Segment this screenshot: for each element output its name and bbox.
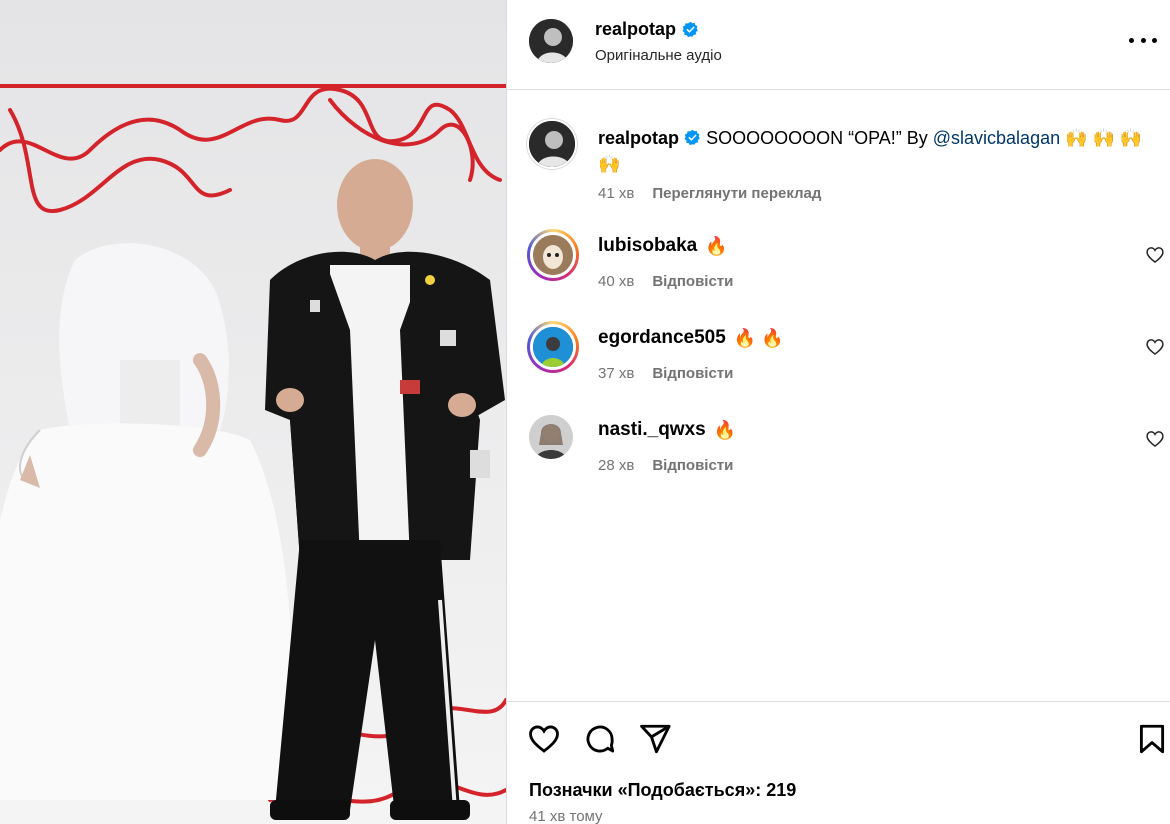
comments-section: realpotap SOOOOOOOON “OPA!” By @slavicba…: [507, 91, 1170, 701]
caption-meta: 41 хв Переглянути переклад: [598, 185, 821, 202]
post-actions-bar: Позначки «Подобається»: 219 41 хв тому: [507, 701, 1170, 824]
comment-body: lubisobaka 🔥: [598, 235, 728, 257]
heart-icon[interactable]: [527, 722, 561, 756]
comment-item: nasti._qwxs 🔥 28 хв Відповісти: [527, 413, 1167, 483]
comment-time: 40 хв: [598, 273, 635, 290]
comment-item: lubisobaka 🔥 40 хв Відповісти: [527, 229, 1167, 299]
caption-text: realpotap SOOOOOOOON “OPA!” By @slavicba…: [598, 125, 1168, 177]
comment-meta: 37 хв Відповісти: [598, 365, 733, 382]
post-video-frame: [0, 0, 506, 824]
comment-like-heart-icon[interactable]: [1145, 429, 1165, 449]
comment-like-heart-icon[interactable]: [1145, 337, 1165, 357]
comment-bubble-icon[interactable]: [583, 722, 617, 756]
caption-time: 41 хв: [598, 185, 635, 202]
bookmark-icon[interactable]: [1135, 722, 1169, 756]
post-detail-panel: realpotap Оригінальне аудіо realpotap SO…: [506, 0, 1170, 824]
author-avatar[interactable]: [529, 19, 573, 63]
comment-username[interactable]: nasti._qwxs: [598, 419, 706, 441]
verified-badge-icon: [682, 21, 698, 38]
paper-plane-icon[interactable]: [638, 722, 672, 756]
verified-badge-icon: [684, 129, 700, 146]
comment-text: 🔥 🔥: [733, 327, 784, 348]
comment-meta: 28 хв Відповісти: [598, 457, 733, 474]
reply-button[interactable]: Відповісти: [652, 457, 733, 474]
comment-avatar[interactable]: [530, 232, 576, 278]
comment-avatar[interactable]: [529, 415, 573, 459]
more-options-icon[interactable]: [1129, 30, 1157, 50]
comment-text: 🔥: [705, 235, 728, 256]
comment-body: egordance505 🔥 🔥: [598, 327, 784, 349]
story-ring[interactable]: [527, 229, 579, 281]
author-username[interactable]: realpotap: [595, 19, 676, 40]
story-ring[interactable]: [527, 321, 579, 373]
comment-like-heart-icon[interactable]: [1145, 245, 1165, 265]
comment-username[interactable]: egordance505: [598, 327, 726, 349]
comment-time: 28 хв: [598, 457, 635, 474]
comment-avatar[interactable]: [530, 324, 576, 370]
comment-meta: 40 хв Відповісти: [598, 273, 733, 290]
comment-item: egordance505 🔥 🔥 37 хв Відповісти: [527, 321, 1167, 391]
comment-body: nasti._qwxs 🔥: [598, 419, 736, 441]
post-header: realpotap Оригінальне аудіо: [507, 0, 1170, 90]
caption-avatar[interactable]: [527, 119, 577, 169]
reply-button[interactable]: Відповісти: [652, 365, 733, 382]
reply-button[interactable]: Відповісти: [652, 273, 733, 290]
post-timestamp[interactable]: 41 хв тому: [529, 808, 603, 824]
comment-username[interactable]: lubisobaka: [598, 235, 697, 257]
caption-body: SOOOOOOOON “OPA!” By: [706, 128, 933, 148]
see-translation-button[interactable]: Переглянути переклад: [652, 185, 821, 202]
comment-text: 🔥: [713, 419, 737, 440]
audio-label[interactable]: Оригінальне аудіо: [595, 47, 722, 64]
likes-count[interactable]: Позначки «Подобається»: 219: [529, 780, 796, 801]
author-username-row: realpotap: [595, 19, 699, 40]
caption-mention-link[interactable]: @slavicbalagan: [933, 128, 1060, 148]
comment-time: 37 хв: [598, 365, 635, 382]
post-media[interactable]: [0, 0, 506, 824]
caption-username[interactable]: realpotap: [598, 128, 679, 148]
